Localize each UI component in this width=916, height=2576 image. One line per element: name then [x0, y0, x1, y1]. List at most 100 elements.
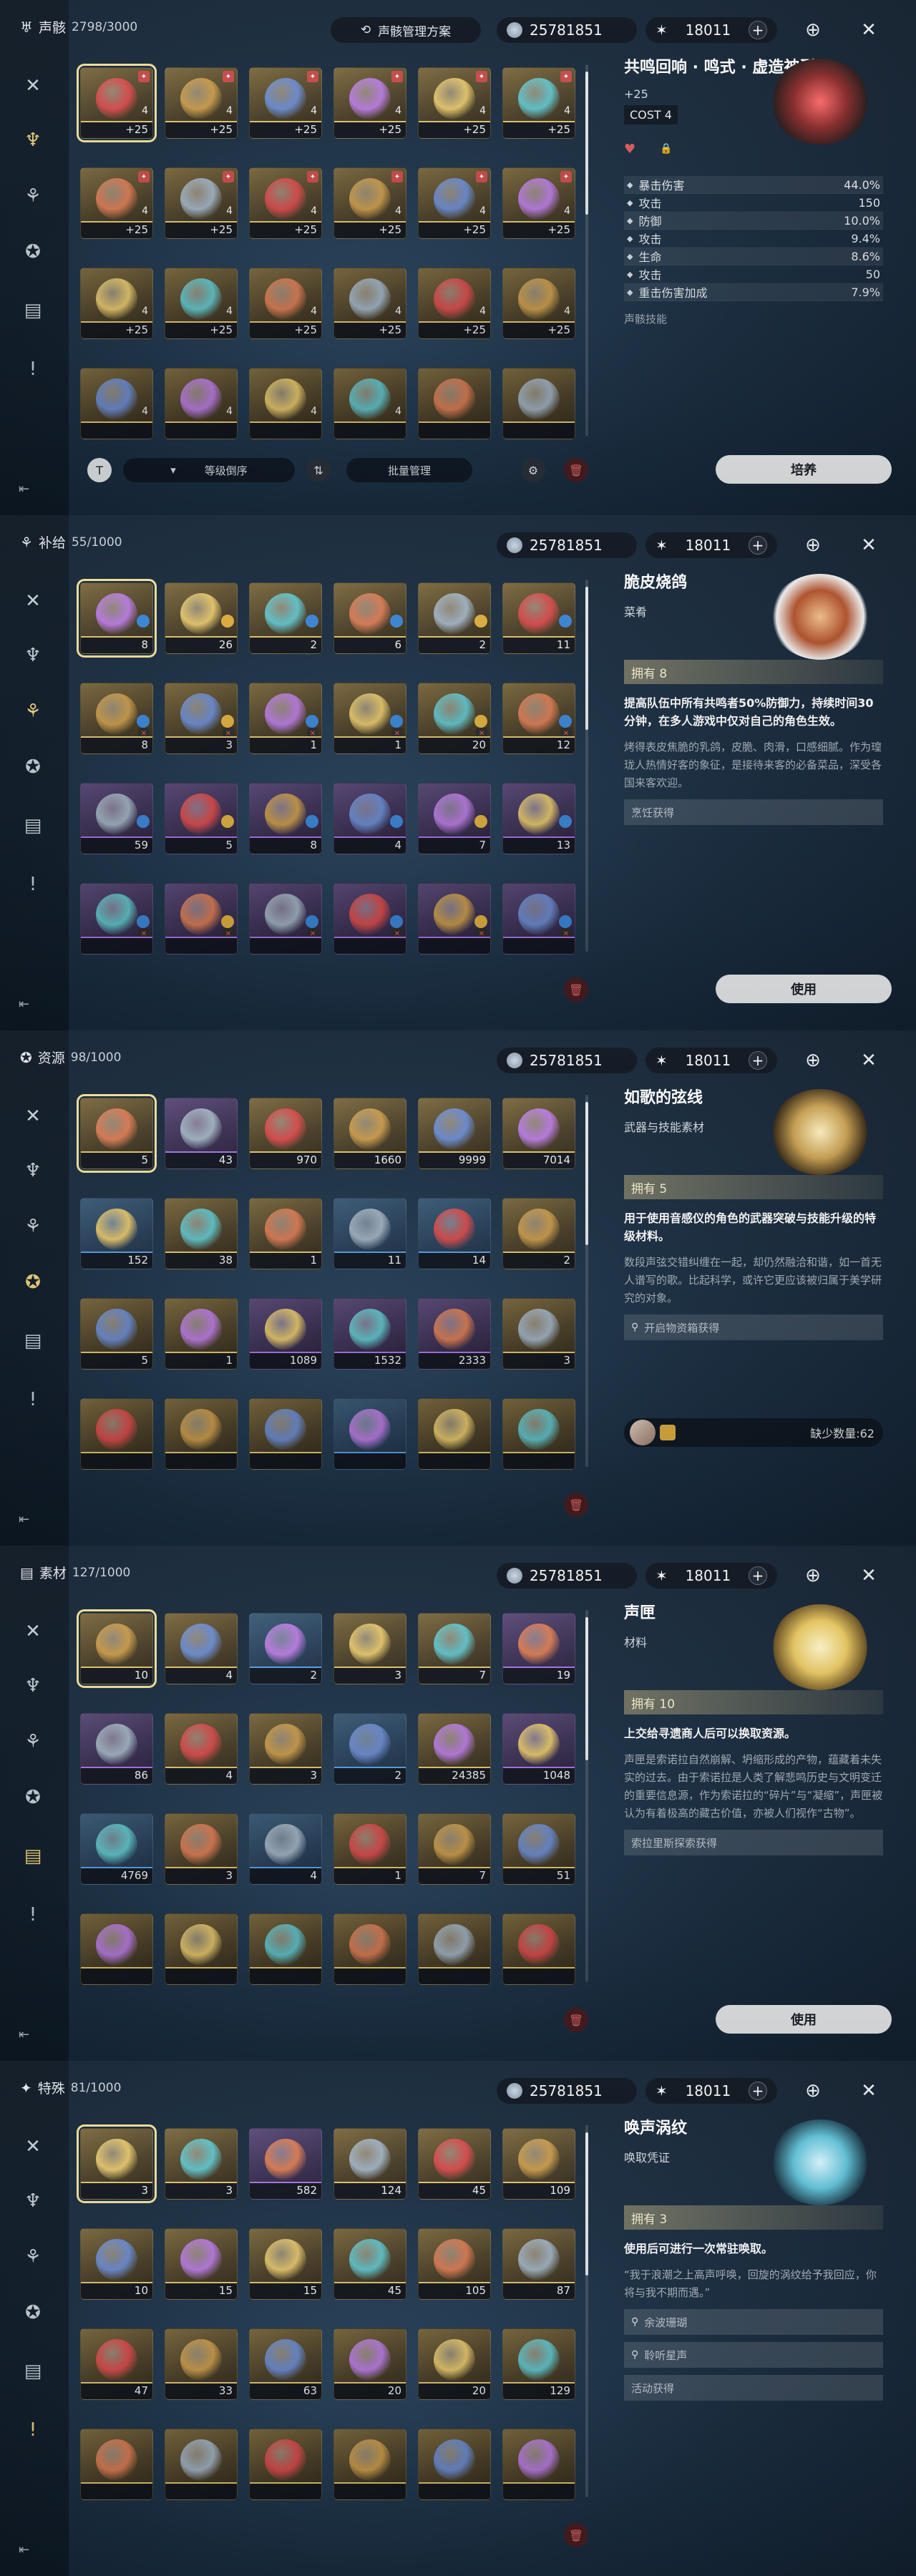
item-slot[interactable]: 4769	[80, 1813, 153, 1885]
item-slot[interactable]: 5	[80, 1298, 153, 1370]
grid-scrollbar[interactable]	[585, 580, 588, 952]
add-waveplate-button[interactable]: +	[748, 2082, 767, 2100]
item-slot[interactable]	[502, 368, 575, 439]
item-slot[interactable]: 2	[502, 1198, 575, 1269]
item-slot[interactable]: 3	[249, 1713, 322, 1785]
item-slot[interactable]: 124	[333, 2128, 406, 2200]
item-slot[interactable]: ✦ 4 +25	[502, 67, 575, 139]
item-slot[interactable]: 24385	[418, 1713, 491, 1785]
grid-scrollbar[interactable]	[585, 2125, 588, 2497]
item-slot[interactable]: 129	[502, 2328, 575, 2400]
close-icon[interactable]: ✕	[856, 532, 882, 558]
item-slot[interactable]: 15	[165, 2228, 238, 2300]
rail-special-icon[interactable]: !	[19, 2416, 47, 2444]
rail-material-icon[interactable]: ▤	[19, 811, 47, 840]
rail-weapon-icon[interactable]: ✕	[19, 2132, 47, 2161]
scrollbar-thumb[interactable]	[585, 72, 588, 215]
item-slot[interactable]: 11	[502, 582, 575, 654]
item-slot[interactable]: ✕	[165, 883, 238, 955]
item-slot[interactable]: 87	[502, 2228, 575, 2300]
target-icon[interactable]: ⊕	[800, 1563, 826, 1589]
item-slot[interactable]: ✕ 1	[249, 683, 322, 754]
scrollbar-thumb[interactable]	[585, 1617, 588, 1760]
cultivate-button[interactable]: 培养	[716, 455, 892, 484]
item-slot[interactable]	[333, 1913, 406, 1985]
rail-supply-icon[interactable]: ⚘	[19, 697, 47, 726]
item-slot[interactable]: 7	[418, 1613, 491, 1684]
item-slot[interactable]	[502, 1398, 575, 1470]
item-slot[interactable]: ✦ 4 +25	[502, 167, 575, 239]
item-slot[interactable]	[165, 1913, 238, 1985]
rail-supply-icon[interactable]: ⚘	[19, 2243, 47, 2271]
item-slot[interactable]: 2	[249, 582, 322, 654]
rail-supply-icon[interactable]: ⚘	[19, 1212, 47, 1241]
rail-echo-icon[interactable]: ♆	[19, 641, 47, 670]
item-slot[interactable]: 9999	[418, 1098, 491, 1169]
item-slot[interactable]: 13	[502, 783, 575, 854]
item-slot[interactable]: ✕	[502, 883, 575, 955]
item-slot[interactable]: 4 +25	[502, 268, 575, 339]
item-slot[interactable]: ✦ 4 +25	[333, 67, 406, 139]
item-slot[interactable]: 4	[333, 783, 406, 854]
item-slot[interactable]: ✕	[80, 883, 153, 955]
rail-weapon-icon[interactable]: ✕	[19, 1102, 47, 1131]
add-waveplate-button[interactable]: +	[748, 1566, 767, 1585]
rail-supply-icon[interactable]: ⚘	[19, 1727, 47, 1756]
rail-resource-icon[interactable]: ✪	[19, 753, 47, 781]
item-slot[interactable]: 33	[165, 2328, 238, 2400]
close-icon[interactable]: ✕	[856, 1048, 882, 1073]
source-entry[interactable]: 活动获得	[624, 2375, 883, 2401]
item-slot[interactable]: 2	[333, 1713, 406, 1785]
item-slot[interactable]	[502, 2429, 575, 2500]
item-slot[interactable]: 970	[249, 1098, 322, 1169]
item-slot[interactable]: 5	[77, 1094, 157, 1173]
favorite-icon[interactable]: ♥	[624, 142, 635, 157]
item-slot[interactable]: 20	[418, 2328, 491, 2400]
item-slot[interactable]: 4	[249, 1813, 322, 1885]
item-slot[interactable]: 4 +25	[418, 268, 491, 339]
item-slot[interactable]: 4 +25	[249, 268, 322, 339]
item-slot[interactable]: ✦ 4 +25	[165, 167, 238, 239]
item-slot[interactable]	[333, 1398, 406, 1470]
item-slot[interactable]: ✕ 20	[418, 683, 491, 754]
item-slot[interactable]: 43	[165, 1098, 238, 1169]
rail-resource-icon[interactable]: ✪	[19, 238, 47, 266]
item-slot[interactable]: 15	[249, 2228, 322, 2300]
item-slot[interactable]	[502, 1913, 575, 1985]
echo-scheme-button[interactable]: ⟲ 声骸管理方案	[331, 17, 481, 43]
target-icon[interactable]: ⊕	[800, 2078, 826, 2104]
item-slot[interactable]: 45	[418, 2128, 491, 2200]
item-slot[interactable]: 6	[333, 582, 406, 654]
target-icon[interactable]: ⊕	[800, 1048, 826, 1073]
use-button[interactable]: 使用	[716, 2005, 892, 2034]
item-slot[interactable]: ✦ 4 +25	[165, 67, 238, 139]
shell-credit-display[interactable]: 25781851	[497, 2078, 637, 2104]
grid-scrollbar[interactable]	[585, 64, 588, 436]
waveplate-display[interactable]: ✶ 18011 +	[645, 2078, 777, 2104]
rail-weapon-icon[interactable]: ✕	[19, 72, 47, 100]
item-slot[interactable]: 8	[77, 579, 157, 658]
add-waveplate-button[interactable]: +	[748, 21, 767, 39]
rail-material-icon[interactable]: ▤	[19, 2357, 47, 2386]
item-slot[interactable]: 1	[333, 1813, 406, 1885]
close-icon[interactable]: ✕	[856, 17, 882, 43]
item-slot[interactable]: 7	[418, 783, 491, 854]
item-slot[interactable]: 7014	[502, 1098, 575, 1169]
item-slot[interactable]: 26	[165, 582, 238, 654]
use-button[interactable]: 使用	[716, 975, 892, 1003]
item-slot[interactable]: 582	[249, 2128, 322, 2200]
item-slot[interactable]: 4 +25	[333, 268, 406, 339]
item-slot[interactable]: ✕ 1	[333, 683, 406, 754]
item-slot[interactable]: ✕ 8	[80, 683, 153, 754]
item-slot[interactable]: 3	[165, 1813, 238, 1885]
rail-echo-icon[interactable]: ♆	[19, 2187, 47, 2215]
item-slot[interactable]	[165, 2429, 238, 2500]
close-icon[interactable]: ✕	[856, 1563, 882, 1589]
filter-button[interactable]: T	[87, 458, 112, 482]
item-slot[interactable]: 152	[80, 1198, 153, 1269]
item-slot[interactable]: 1660	[333, 1098, 406, 1169]
source-entry[interactable]: 烹饪获得	[624, 799, 883, 825]
item-slot[interactable]: 20	[333, 2328, 406, 2400]
shell-credit-display[interactable]: 25781851	[497, 17, 637, 43]
rail-resource-icon[interactable]: ✪	[19, 1783, 47, 1812]
